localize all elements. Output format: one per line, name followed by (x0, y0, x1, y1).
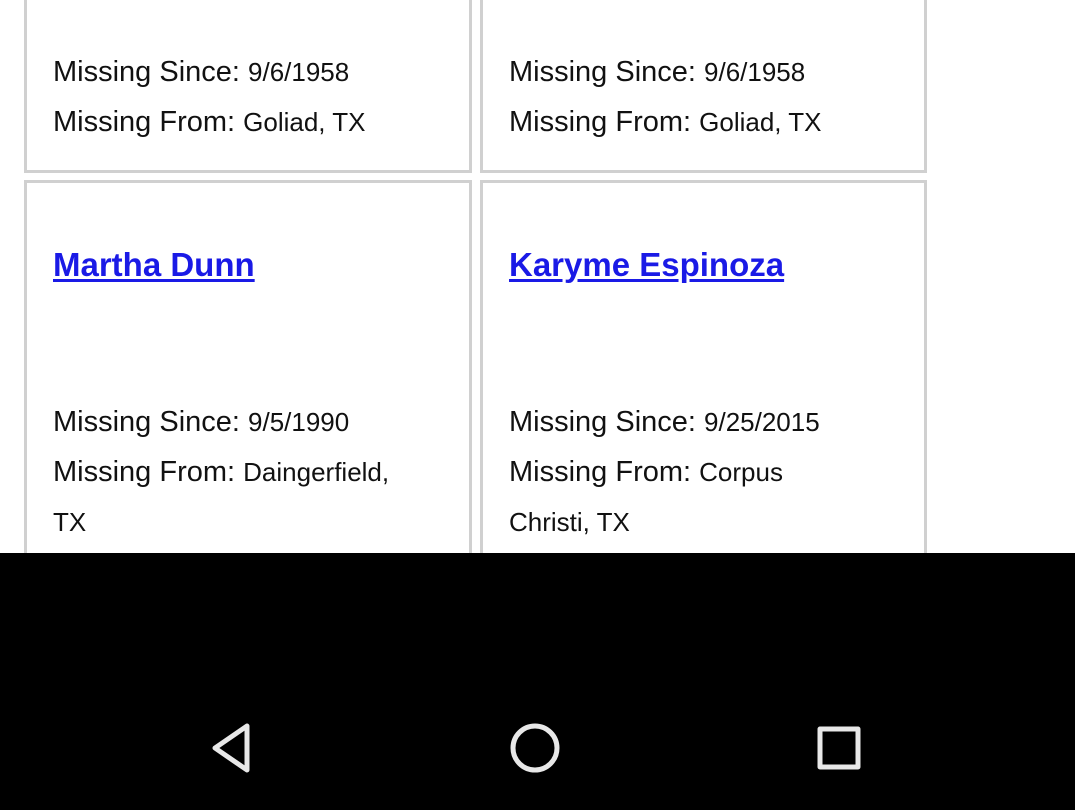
result-card: Karyme Espinoza Missing Since: 9/25/2015… (480, 180, 927, 553)
missing-since-value: 9/5/1990 (248, 407, 350, 437)
missing-since-label: Missing Since: (53, 56, 249, 88)
results-list: Missing Since: 9/6/1958 Missing From: Go… (0, 0, 1075, 553)
missing-from-value-continued: TX (53, 507, 87, 537)
missing-from-label: Missing From: (53, 456, 244, 488)
missing-from-row: Missing From: Daingerfield, (53, 447, 389, 502)
home-circle-icon (510, 723, 560, 773)
missing-since-row: Missing Since: 9/25/2015 (509, 397, 820, 452)
missing-since-value: 9/6/1958 (704, 57, 806, 87)
recents-square-icon (817, 726, 861, 770)
missing-from-label: Missing From: (509, 456, 700, 488)
missing-since-value: 9/25/2015 (704, 407, 820, 437)
system-navigation-bar (0, 553, 1075, 810)
missing-since-label: Missing Since: (509, 56, 705, 88)
recents-button[interactable] (804, 713, 874, 783)
missing-from-row: Missing From: Corpus (509, 447, 783, 502)
missing-since-row: Missing Since: 9/6/1958 (509, 47, 805, 102)
missing-from-row-continued: TX (53, 497, 86, 552)
back-triangle-icon (212, 723, 250, 773)
person-name-link[interactable]: Karyme Espinoza (509, 246, 784, 284)
result-card: Missing Since: 9/6/1958 Missing From: Go… (480, 0, 927, 173)
back-button[interactable] (198, 713, 268, 783)
missing-since-row: Missing Since: 9/6/1958 (53, 47, 349, 102)
result-card: Martha Dunn Missing Since: 9/5/1990 Miss… (24, 180, 472, 553)
missing-from-value: Goliad, TX (243, 107, 366, 137)
missing-from-row: Missing From: Goliad, TX (509, 97, 822, 152)
person-name-link[interactable]: Martha Dunn (53, 246, 255, 284)
missing-since-value: 9/6/1958 (248, 57, 350, 87)
missing-from-label: Missing From: (53, 106, 244, 138)
missing-from-value: Corpus (699, 457, 783, 487)
missing-since-label: Missing Since: (53, 406, 249, 438)
missing-since-label: Missing Since: (509, 406, 705, 438)
missing-from-row: Missing From: Goliad, TX (53, 97, 366, 152)
home-button[interactable] (500, 713, 570, 783)
missing-from-value: Goliad, TX (699, 107, 822, 137)
missing-from-value-continued: Christi, TX (509, 507, 630, 537)
missing-from-row-continued: Christi, TX (509, 497, 630, 552)
missing-from-label: Missing From: (509, 106, 700, 138)
missing-from-value: Daingerfield, (243, 457, 390, 487)
result-card: Missing Since: 9/6/1958 Missing From: Go… (24, 0, 472, 173)
missing-since-row: Missing Since: 9/5/1990 (53, 397, 349, 452)
